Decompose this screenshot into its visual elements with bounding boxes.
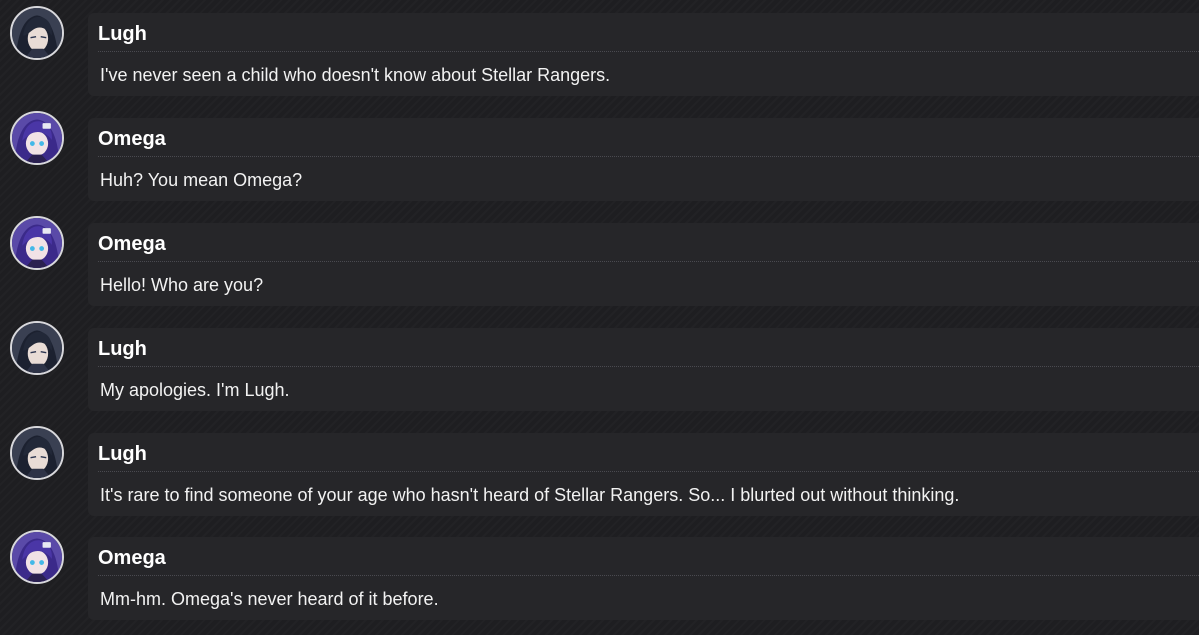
divider	[98, 366, 1199, 367]
dialogue-entry: Lugh My apologies. I'm Lugh.	[0, 315, 1199, 411]
omega-avatar-icon	[10, 216, 64, 270]
omega-avatar-icon	[10, 111, 64, 165]
speaker-name: Lugh	[98, 23, 147, 45]
divider	[98, 471, 1199, 472]
message-bubble: Omega Huh? You mean Omega?	[88, 118, 1199, 201]
divider	[98, 156, 1199, 157]
speaker-name: Lugh	[98, 443, 147, 465]
speaker-name: Omega	[98, 547, 166, 569]
dialogue-text: My apologies. I'm Lugh.	[100, 380, 290, 400]
dialogue-log[interactable]: Lugh I've never seen a child who doesn't…	[0, 0, 1199, 635]
dialogue-text: Huh? You mean Omega?	[100, 170, 303, 190]
speaker-name: Lugh	[98, 338, 147, 360]
message-bubble: Lugh My apologies. I'm Lugh.	[88, 328, 1199, 411]
dialogue-entry: Omega Mm-hm. Omega's never heard of it b…	[0, 524, 1199, 620]
message-bubble: Lugh I've never seen a child who doesn't…	[88, 13, 1199, 96]
lugh-avatar-icon	[10, 426, 64, 480]
lugh-avatar-icon	[10, 321, 64, 375]
message-bubble: Omega Hello! Who are you?	[88, 223, 1199, 306]
speaker-name: Omega	[98, 233, 166, 255]
lugh-avatar-icon	[10, 6, 64, 60]
dialogue-entry: Lugh It's rare to find someone of your a…	[0, 420, 1199, 516]
speaker-name: Omega	[98, 128, 166, 150]
divider	[98, 261, 1199, 262]
divider	[98, 51, 1199, 52]
dialogue-entry: Omega Huh? You mean Omega?	[0, 105, 1199, 201]
omega-avatar-icon	[10, 530, 64, 584]
divider	[98, 575, 1199, 576]
message-bubble: Lugh It's rare to find someone of your a…	[88, 433, 1199, 516]
dialogue-entry: Lugh I've never seen a child who doesn't…	[0, 0, 1199, 96]
dialogue-text: Hello! Who are you?	[100, 275, 264, 295]
dialogue-text: Mm-hm. Omega's never heard of it before.	[100, 589, 439, 609]
message-bubble: Omega Mm-hm. Omega's never heard of it b…	[88, 537, 1199, 620]
dialogue-text: It's rare to find someone of your age wh…	[100, 485, 960, 505]
dialogue-text: I've never seen a child who doesn't know…	[100, 65, 611, 85]
dialogue-entry: Omega Hello! Who are you?	[0, 210, 1199, 306]
